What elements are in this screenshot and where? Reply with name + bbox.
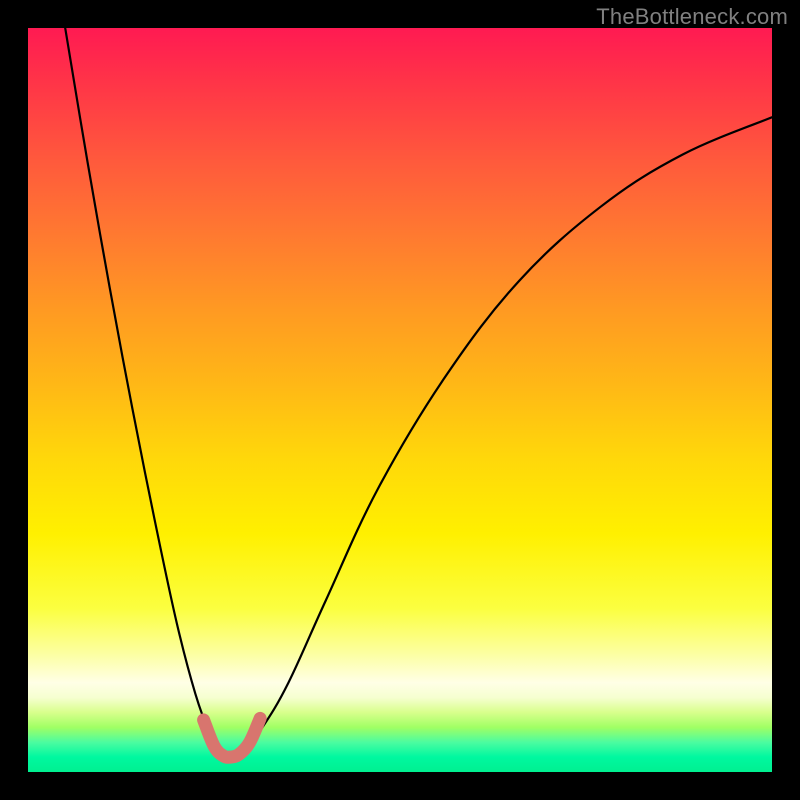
curve-right-branch <box>230 117 772 757</box>
curve-highlight-band <box>204 718 261 757</box>
watermark-text: TheBottleneck.com <box>596 4 788 30</box>
chart-plot-area <box>28 28 772 772</box>
chart-svg <box>28 28 772 772</box>
curve-left-branch <box>65 28 230 757</box>
